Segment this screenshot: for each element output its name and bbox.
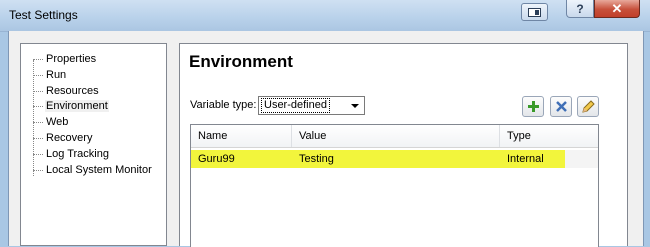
x-icon (555, 101, 567, 112)
tree-item-label: Resources (46, 85, 99, 97)
tree-item-label: Web (46, 116, 69, 128)
column-header-type[interactable]: Type (500, 125, 598, 147)
help-icon: ? (576, 1, 584, 16)
tree-item-label: Log Tracking (46, 148, 109, 160)
tree-item-web[interactable]: Web (33, 115, 69, 129)
tree-item-local-system-monitor[interactable]: Local System Monitor (33, 163, 153, 177)
close-icon: ✕ (611, 0, 623, 16)
tree-item-resources[interactable]: Resources (33, 84, 100, 98)
tree-item-label: Run (46, 69, 67, 81)
column-header-name[interactable]: Name (191, 125, 292, 147)
variable-type-value: User-defined (261, 98, 330, 113)
tree-item-run[interactable]: Run (33, 68, 67, 82)
restore-button[interactable] (521, 3, 548, 21)
cell-value: Testing (299, 153, 334, 165)
page-title: Environment (189, 52, 293, 71)
window-title: Test Settings (9, 8, 78, 22)
tree-item-properties[interactable]: Properties (33, 52, 97, 66)
close-button[interactable]: ✕ (594, 0, 640, 18)
settings-tree[interactable]: Properties Run Resources Environment Web… (20, 43, 167, 246)
environment-panel: Environment Variable type: User-defined … (179, 43, 628, 247)
table-row-filler (565, 150, 598, 168)
chevron-down-icon (346, 97, 364, 114)
table-row[interactable]: Guru99 Testing Internal (191, 150, 565, 168)
tree-item-label: Properties (46, 53, 97, 65)
add-variable-button[interactable] (522, 96, 544, 117)
tree-item-label: Recovery (46, 132, 93, 144)
tree-item-log-tracking[interactable]: Log Tracking (33, 147, 110, 161)
variable-type-select[interactable]: User-defined (258, 96, 365, 115)
tree-item-label: Local System Monitor (46, 164, 152, 176)
window-icon (528, 7, 541, 17)
tree-item-recovery[interactable]: Recovery (33, 131, 93, 145)
cell-name: Guru99 (198, 153, 235, 165)
title-bar: Test Settings ? ✕ (0, 0, 650, 32)
tree-item-label: Environment (45, 100, 109, 112)
variables-table: Name Value Type Guru99 Testing Internal (190, 124, 599, 247)
delete-variable-button[interactable] (550, 96, 572, 117)
cell-type: Internal (507, 153, 544, 165)
table-header: Name Value Type (191, 125, 598, 148)
column-header-value[interactable]: Value (292, 125, 500, 147)
plus-icon (527, 101, 539, 112)
variable-type-label: Variable type: (190, 99, 257, 111)
help-button[interactable]: ? (566, 0, 594, 18)
pencil-icon (582, 99, 595, 113)
edit-variable-button[interactable] (577, 96, 599, 117)
tree-item-environment[interactable]: Environment (33, 99, 109, 113)
